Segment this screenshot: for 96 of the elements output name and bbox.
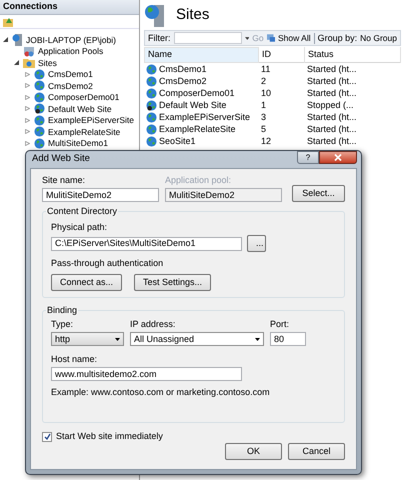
- sites-icon: [144, 3, 166, 27]
- show-all-button[interactable]: Show All: [278, 32, 311, 44]
- expander-icon[interactable]: [14, 60, 19, 66]
- column-header[interactable]: Status: [305, 47, 401, 62]
- table-cell: CmsDemo1: [159, 64, 207, 74]
- table-cell: 12: [261, 136, 272, 146]
- page-title: Sites: [176, 4, 210, 25]
- ok-button[interactable]: OK: [225, 443, 282, 460]
- tree-item[interactable]: ExampleEPiServerSite: [48, 116, 134, 124]
- table-cell: 1: [261, 100, 266, 110]
- tree-item[interactable]: CmsDemo1: [48, 70, 93, 78]
- site-name-field[interactable]: MulitiSiteDemo2: [42, 188, 159, 202]
- table-cell: Started (ht...: [307, 76, 357, 86]
- tree-item[interactable]: Application Pools: [38, 47, 104, 56]
- table-cell: Started (ht...: [307, 112, 357, 122]
- field-label: Port:: [270, 319, 290, 330]
- dialog-title: Add Web Site: [32, 152, 90, 166]
- table-cell: ExampleRelateSite: [159, 124, 236, 134]
- field-label: Filter:: [148, 32, 170, 44]
- checkbox-label: Start Web site immediately: [56, 431, 163, 442]
- select-button[interactable]: Select...: [292, 185, 345, 202]
- caret-icon: [255, 338, 260, 340]
- globe-icon: [146, 136, 157, 146]
- test-settings-button[interactable]: Test Settings...: [134, 274, 212, 291]
- tree-item[interactable]: CmsDemo2: [48, 82, 93, 90]
- tree-item[interactable]: ComposerDemo01: [48, 93, 120, 102]
- globe-icon: [34, 114, 45, 126]
- field-label: Site name:: [42, 175, 86, 186]
- tree-item[interactable]: Sites: [38, 58, 57, 67]
- ip-address-dropdown[interactable]: All Unassigned: [130, 332, 264, 346]
- table-cell: 11: [261, 64, 270, 74]
- table-cell: ExampleEPiServerSite: [159, 112, 250, 122]
- table-cell: CmsDemo2: [159, 76, 207, 86]
- type-dropdown[interactable]: http: [51, 332, 124, 346]
- close-button[interactable]: [319, 151, 357, 164]
- table-cell: 5: [261, 124, 266, 134]
- table-cell: 3: [261, 112, 266, 122]
- globe-icon: [146, 76, 157, 86]
- table-cell: 2: [261, 76, 266, 86]
- connect-icon[interactable]: [3, 16, 14, 26]
- table-cell: Default Web Site: [159, 100, 226, 110]
- table-cell: Stopped (...: [307, 100, 354, 110]
- group-by-value[interactable]: No Group: [360, 32, 397, 44]
- close-icon: [334, 154, 342, 161]
- help-button[interactable]: ?: [297, 151, 319, 164]
- expander-icon[interactable]: [3, 37, 8, 42]
- column-header[interactable]: Name: [144, 47, 259, 62]
- tree-item[interactable]: MultiSiteDemo1: [48, 139, 108, 148]
- field-label: Group by:: [314, 32, 358, 44]
- table-cell: Started (ht...: [307, 88, 357, 98]
- app-pool-field: MulitiSiteDemo2: [165, 188, 282, 202]
- tree-item[interactable]: Default Web Site: [48, 104, 112, 113]
- folder-icon: [23, 58, 35, 68]
- server-icon: [12, 34, 23, 46]
- panel-title: Connections: [3, 0, 58, 14]
- caret-icon: [115, 338, 120, 340]
- connect-as-button[interactable]: Connect as...: [51, 274, 122, 291]
- browse-button[interactable]: ...: [247, 235, 266, 252]
- table-cell: SeoSite1: [159, 136, 196, 146]
- show-all-icon: [266, 34, 275, 42]
- checkmark-icon: [44, 433, 50, 440]
- field-label: Host name:: [51, 354, 98, 364]
- globe-icon: [34, 92, 45, 103]
- table-cell: ComposerDemo01: [159, 88, 235, 98]
- column-header[interactable]: ID: [259, 47, 305, 62]
- globe-icon: [34, 80, 45, 92]
- tree-item[interactable]: ExampleRelateSite: [48, 128, 120, 136]
- host-name-field[interactable]: www.multisitedemo2.com: [51, 367, 242, 381]
- filter-field[interactable]: [174, 32, 242, 44]
- table-cell: Started (ht...: [307, 64, 357, 74]
- field-label: Physical path:: [51, 222, 108, 232]
- table-cell: Started (ht...: [307, 136, 357, 146]
- caret-icon[interactable]: [244, 36, 250, 40]
- checkbox[interactable]: [42, 432, 52, 442]
- stopped-globe-icon: [146, 100, 157, 110]
- auth-text: Pass-through authentication: [51, 258, 164, 268]
- tree-item[interactable]: JOBI-LAPTOP (EP\jobi): [26, 36, 116, 44]
- globe-icon: [146, 112, 157, 122]
- globe-icon: [34, 126, 45, 138]
- physical-path-field[interactable]: C:\EPiServer\Sites\MultiSiteDemo1: [51, 236, 242, 250]
- globe-icon: [34, 138, 45, 149]
- group-legend: Content Directory: [46, 206, 118, 217]
- cancel-button[interactable]: Cancel: [288, 443, 345, 460]
- field-label: Type:: [51, 319, 74, 330]
- stopped-globe-icon: [34, 103, 45, 114]
- hint-text: Example: www.contoso.com or marketing.contoso.com: [51, 387, 270, 397]
- field-label: IP address:: [130, 319, 176, 330]
- table-cell: 10: [261, 88, 272, 98]
- table-cell: Started (ht...: [307, 124, 357, 134]
- group-legend: Binding: [46, 305, 78, 316]
- field-label: Application pool:: [165, 175, 232, 186]
- globe-icon: [146, 88, 157, 98]
- port-field[interactable]: 80: [270, 332, 306, 346]
- globe-icon: [34, 68, 45, 80]
- globe-icon: [146, 64, 157, 74]
- globe-icon: [146, 124, 157, 134]
